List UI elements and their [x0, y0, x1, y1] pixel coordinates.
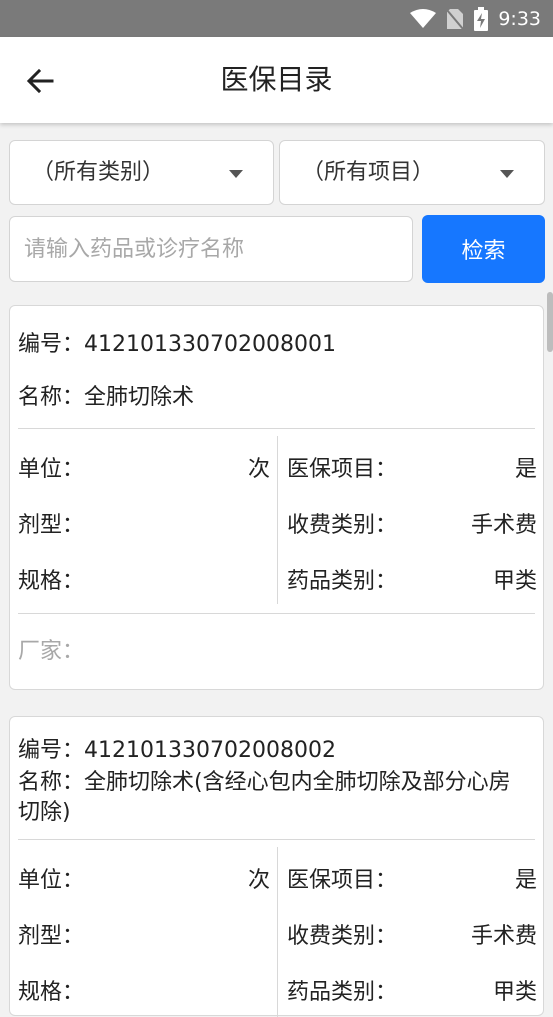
- fee-type-value: 手术费: [470, 513, 537, 538]
- insurance-label: 医保项目：: [287, 868, 398, 893]
- fee-type-label: 收费类别：: [287, 924, 398, 949]
- spec-label: 规格：: [18, 569, 85, 594]
- drug-type-cell: 药品类别： 甲类: [287, 563, 537, 594]
- spec-cell: 规格：: [18, 974, 270, 1005]
- fee-type-cell: 收费类别： 手术费: [287, 507, 537, 538]
- name-label: 名称：: [18, 385, 85, 410]
- insurance-value: 是: [514, 868, 537, 893]
- search-button[interactable]: 检索: [422, 215, 545, 283]
- drug-type-value: 甲类: [492, 569, 537, 594]
- chevron-down-icon: [500, 170, 514, 178]
- insurance-value: 是: [514, 457, 537, 482]
- fee-type-label: 收费类别：: [287, 513, 398, 538]
- unit-cell: 单位： 次: [18, 451, 270, 482]
- wifi-icon: [410, 8, 437, 28]
- code-value: 412101330702008001: [84, 332, 336, 357]
- code-value: 412101330702008002: [84, 738, 336, 763]
- app-bar: 医保目录: [0, 37, 553, 123]
- item-dropdown-value: （所有项目）: [302, 160, 435, 185]
- dosage-cell: 剂型：: [18, 918, 270, 949]
- code-label: 编号：: [18, 332, 85, 357]
- spec-label: 规格：: [18, 980, 85, 1005]
- unit-cell: 单位： 次: [18, 862, 270, 893]
- chevron-down-icon: [229, 170, 243, 178]
- name-value: 全肺切除术(含经心包内全肺切除及部分心房切除): [18, 770, 511, 825]
- battery-charging-icon: [474, 6, 489, 31]
- name-value: 全肺切除术: [84, 385, 195, 410]
- dosage-cell: 剂型：: [18, 507, 270, 538]
- maker-row: 厂家：: [18, 633, 84, 665]
- fee-type-value: 手术费: [470, 924, 537, 949]
- search-input[interactable]: [9, 216, 413, 282]
- drug-type-label: 药品类别：: [287, 980, 398, 1005]
- no-sim-icon: [446, 8, 465, 30]
- unit-label: 单位：: [18, 868, 85, 893]
- drug-type-cell: 药品类别： 甲类: [287, 974, 537, 1005]
- code-label: 编号：: [18, 738, 85, 763]
- unit-label: 单位：: [18, 457, 85, 482]
- name-label: 名称：: [18, 770, 85, 795]
- status-time: 9:33: [498, 7, 541, 30]
- insurance-cell: 医保项目： 是: [287, 862, 537, 893]
- dosage-label: 剂型：: [18, 924, 85, 949]
- column-divider: [277, 436, 278, 604]
- name-row: 名称：全肺切除术: [18, 379, 194, 411]
- catalog-card[interactable]: 编号：412101330702008002 名称：全肺切除术(含经心包内全肺切除…: [9, 716, 544, 1017]
- scrollbar[interactable]: [547, 292, 553, 352]
- drug-type-value: 甲类: [492, 980, 537, 1005]
- maker-label: 厂家：: [18, 639, 85, 664]
- status-bar: 9:33: [0, 0, 553, 37]
- divider: [18, 613, 535, 614]
- drug-type-label: 药品类别：: [287, 569, 398, 594]
- code-row: 编号：412101330702008002: [18, 732, 336, 764]
- unit-value: 次: [247, 868, 270, 893]
- page-title: 医保目录: [220, 63, 333, 96]
- status-icons: 9:33: [410, 0, 541, 37]
- name-row: 名称：全肺切除术(含经心包内全肺切除及部分心房切除): [18, 768, 528, 828]
- category-dropdown-value: （所有类别）: [32, 160, 165, 185]
- insurance-cell: 医保项目： 是: [287, 451, 537, 482]
- code-row: 编号：412101330702008001: [18, 326, 336, 358]
- divider: [18, 428, 535, 429]
- dosage-label: 剂型：: [18, 513, 85, 538]
- item-dropdown[interactable]: （所有项目）: [279, 140, 545, 205]
- insurance-label: 医保项目：: [287, 457, 398, 482]
- unit-value: 次: [247, 457, 270, 482]
- catalog-card[interactable]: 编号：412101330702008001 名称：全肺切除术 单位： 次 医保项…: [9, 305, 544, 690]
- column-divider: [277, 847, 278, 1017]
- spec-cell: 规格：: [18, 563, 270, 594]
- fee-type-cell: 收费类别： 手术费: [287, 918, 537, 949]
- category-dropdown[interactable]: （所有类别）: [9, 140, 274, 205]
- divider: [18, 839, 535, 840]
